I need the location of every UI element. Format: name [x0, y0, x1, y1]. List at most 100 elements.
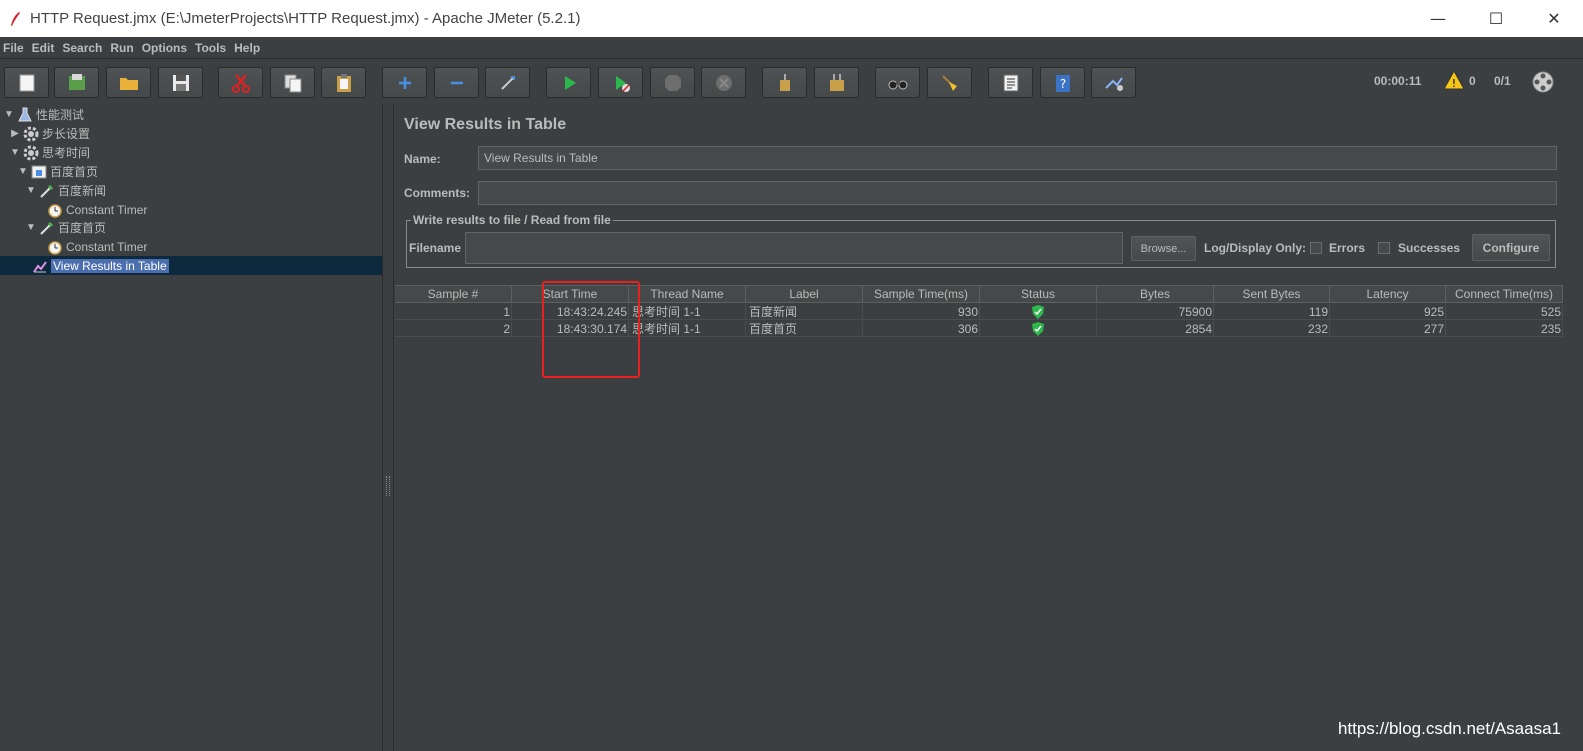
collapse-triangle-icon[interactable]: ▼: [26, 222, 36, 233]
timer-icon: [46, 201, 64, 219]
split-pane-divider[interactable]: [383, 104, 394, 751]
cell-latency: 277: [1330, 321, 1446, 337]
tree-item-thread-group-1[interactable]: ▶ 步长设置: [10, 124, 90, 143]
chart-icon: [31, 257, 49, 275]
tree-item-label: 思考时间: [42, 146, 91, 160]
maximize-button[interactable]: ☐: [1467, 0, 1525, 37]
column-header-sample-time[interactable]: Sample Time(ms): [863, 286, 980, 303]
tree-item-label: 百度首页: [58, 221, 107, 235]
column-header-bytes[interactable]: Bytes: [1097, 286, 1214, 303]
stop-button[interactable]: [650, 67, 695, 98]
tree-item-label: 百度新闻: [58, 184, 107, 198]
menu-tools[interactable]: Tools: [192, 41, 231, 55]
open-button[interactable]: [106, 67, 151, 98]
divider-grip[interactable]: [386, 476, 390, 496]
clear-button[interactable]: [762, 67, 807, 98]
column-header-sent-bytes[interactable]: Sent Bytes: [1214, 286, 1330, 303]
success-shield-icon: [1032, 305, 1044, 319]
name-label: Name:: [404, 152, 441, 166]
gear-icon: [22, 144, 40, 162]
help-button[interactable]: ?: [1040, 67, 1085, 98]
start-no-pauses-button[interactable]: [598, 67, 643, 98]
binoculars-icon: [888, 80, 907, 89]
column-header-sample[interactable]: Sample #: [395, 286, 512, 303]
menu-run[interactable]: Run: [107, 41, 138, 55]
column-header-connect-time[interactable]: Connect Time(ms): [1446, 286, 1563, 303]
tree-item-label: View Results in Table: [51, 258, 169, 273]
collapse-triangle-icon[interactable]: ▼: [10, 147, 20, 158]
expand-all-button[interactable]: [382, 67, 427, 98]
function-helper-button[interactable]: [988, 67, 1033, 98]
cell-label: 百度首页: [746, 321, 863, 337]
expand-triangle-icon[interactable]: ▶: [10, 128, 20, 139]
browse-button[interactable]: Browse...: [1131, 236, 1196, 261]
errors-checkbox[interactable]: [1310, 242, 1322, 254]
column-header-latency[interactable]: Latency: [1330, 286, 1446, 303]
function-list-icon: [1003, 74, 1018, 91]
shutdown-icon: [715, 74, 732, 91]
new-button[interactable]: [4, 67, 49, 98]
running-indicator-icon: [1532, 71, 1554, 93]
collapse-triangle-icon[interactable]: ▼: [4, 109, 14, 120]
toggle-button[interactable]: [485, 67, 530, 98]
paste-button[interactable]: [321, 67, 366, 98]
column-header-status[interactable]: Status: [980, 286, 1097, 303]
open-folder-icon: [119, 77, 138, 90]
close-button[interactable]: ✕: [1525, 0, 1583, 37]
name-field[interactable]: View Results in Table: [478, 146, 1557, 170]
collapse-triangle-icon[interactable]: ▼: [26, 185, 36, 196]
tree-item-test-plan[interactable]: ▼ 性能测试: [4, 105, 84, 124]
remote-button[interactable]: [1091, 67, 1136, 98]
collapse-triangle-icon[interactable]: ▼: [18, 166, 28, 177]
cut-button[interactable]: [218, 67, 263, 98]
panel-title: View Results in Table: [404, 116, 567, 133]
reset-search-button[interactable]: [927, 67, 972, 98]
copy-button[interactable]: [270, 67, 315, 98]
cell-thread-name: 思考时间 1-1: [629, 304, 746, 320]
tree-item-timer-1[interactable]: Constant Timer: [46, 200, 147, 219]
gear-icon: [22, 125, 40, 143]
configure-button[interactable]: Configure: [1472, 234, 1550, 261]
success-shield-icon: [1032, 322, 1044, 336]
menu-search[interactable]: Search: [59, 41, 107, 55]
comments-field[interactable]: [478, 181, 1557, 205]
cell-bytes: 2854: [1097, 321, 1214, 337]
controller-icon: [30, 163, 48, 181]
tree-item-controller[interactable]: ▼ 百度首页: [18, 162, 98, 181]
cell-status: [980, 321, 1097, 337]
filename-label: Filename: [409, 241, 462, 255]
warning-icon[interactable]: !: [1443, 70, 1465, 90]
log-display-label: Log/Display Only:: [1204, 241, 1307, 255]
templates-button[interactable]: [54, 67, 99, 98]
filename-field[interactable]: [465, 232, 1123, 264]
remote-start-icon: [1104, 76, 1123, 91]
results-panel: View Results in Table Name: View Results…: [395, 104, 1583, 751]
help-book-icon: ?: [1055, 74, 1070, 92]
column-header-thread-name[interactable]: Thread Name: [629, 286, 746, 303]
tree-item-thread-group-2[interactable]: ▼ 思考时间: [10, 143, 90, 162]
tree-item-label: 步长设置: [42, 127, 91, 141]
column-header-label[interactable]: Label: [746, 286, 863, 303]
successes-checkbox[interactable]: [1378, 242, 1390, 254]
menu-help[interactable]: Help: [231, 41, 265, 55]
menu-options[interactable]: Options: [139, 41, 192, 55]
menu-file[interactable]: File: [0, 41, 29, 55]
save-button[interactable]: [158, 67, 203, 98]
shutdown-button[interactable]: [701, 67, 746, 98]
cell-thread-name: 思考时间 1-1: [629, 321, 746, 337]
minimize-button[interactable]: —: [1409, 0, 1467, 37]
clear-all-button[interactable]: [814, 67, 859, 98]
tree-item-sampler-news[interactable]: ▼ 百度新闻: [26, 181, 106, 200]
tree-item-label: Constant Timer: [66, 202, 148, 217]
tree-item-view-results[interactable]: View Results in Table: [0, 256, 382, 275]
tree-item-sampler-home[interactable]: ▼ 百度首页: [26, 218, 106, 237]
collapse-all-button[interactable]: [434, 67, 479, 98]
menu-edit[interactable]: Edit: [29, 41, 60, 55]
search-button[interactable]: [875, 67, 920, 98]
tree-item-timer-2[interactable]: Constant Timer: [46, 237, 147, 256]
templates-icon: [68, 73, 85, 90]
elapsed-time: 00:00:11: [1374, 74, 1422, 88]
start-button[interactable]: [546, 67, 591, 98]
cell-connect-time: 235: [1446, 321, 1563, 337]
test-plan-tree: ▼ 性能测试 ▶ 步长设置 ▼ 思考时间 ▼ 百度首页 ▼ 百度新闻 Const…: [0, 104, 383, 751]
